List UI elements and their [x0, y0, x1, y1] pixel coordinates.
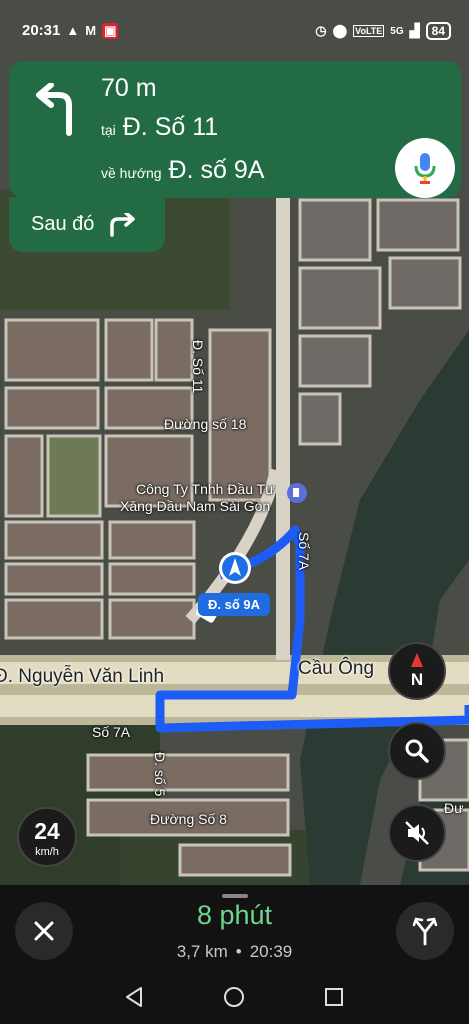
status-right: ◷ ⬤ VoLTE 5G ▟ 84: [315, 22, 451, 40]
microphone-icon: [414, 153, 436, 184]
at-prefix: tại: [101, 122, 116, 138]
map-label-nguyen-van-linh: Đ. Nguyễn Văn Linh: [0, 666, 165, 687]
recents-icon[interactable]: [324, 986, 344, 1008]
map-label-company-line1: Công Ty Tnhh Đầu Tư: [136, 481, 275, 497]
map-label-so-7a: Số 7A: [92, 724, 131, 740]
app-icon: ▣: [102, 22, 119, 39]
navigation-arrow-icon: ▲: [66, 23, 80, 38]
trip-distance: 3,7 km: [176, 942, 228, 961]
map-label-duong-so-11: Đ. Số 11: [190, 340, 206, 394]
then-instruction[interactable]: Sau đó: [9, 197, 165, 252]
route-fork-icon: [412, 917, 438, 946]
map-label-duong-so-8: Đường Số 8: [150, 811, 227, 827]
map-label-duong-so-18: Đường số 18: [164, 416, 247, 432]
alternate-routes-button[interactable]: [396, 902, 454, 960]
location-icon: ⬤: [332, 23, 348, 38]
search-along-route-button[interactable]: [388, 722, 446, 780]
compass-button[interactable]: N: [388, 642, 446, 700]
trip-separator: •: [235, 942, 242, 961]
current-speed-badge: 24 km/h: [17, 807, 77, 867]
compass-icon: N: [411, 653, 423, 689]
destination-street-label: Đ. số 9A: [198, 593, 271, 616]
map-label-edge: Đư: [444, 800, 464, 816]
toward-prefix: về hướng: [101, 165, 162, 181]
network-label: 5G: [390, 25, 404, 37]
status-bar: 20:31 ▲ M ▣ ◷ ⬤ VoLTE 5G ▟ 84: [0, 0, 469, 62]
speed-unit: km/h: [35, 846, 59, 858]
gmail-icon: M: [85, 23, 97, 38]
maneuver-distance: 70 m: [101, 74, 157, 102]
turn-left-icon: [36, 83, 72, 136]
then-label: Sau đó: [31, 213, 95, 235]
volte-icon: VoLTE: [353, 25, 385, 37]
status-left: 20:31 ▲ M ▣: [22, 22, 119, 39]
alarm-icon: ◷: [315, 23, 327, 38]
arrival-time: 20:39: [249, 942, 293, 961]
voice-search-button[interactable]: [395, 138, 455, 198]
map-label-d-so-5: Đ. số 5: [152, 752, 168, 797]
instruction-street: Đ. Số 11: [122, 113, 219, 141]
toward-street: Đ. số 9A: [168, 156, 265, 184]
sound-muted-icon: [405, 821, 429, 845]
status-time: 20:31: [22, 22, 61, 39]
compass-letter: N: [411, 670, 423, 689]
signal-icon: ▟: [409, 23, 420, 38]
map-label-cau-ong: Cầu Ông: [298, 658, 375, 679]
turn-right-icon: [110, 212, 136, 237]
map-label-so-7a-vertical: Số 7A: [296, 532, 312, 571]
map-label-company-line2: Xăng Dầu Nam Sài Gòn: [120, 498, 271, 514]
speed-value: 24: [34, 818, 60, 844]
back-icon[interactable]: [124, 986, 144, 1008]
mute-voice-button[interactable]: [388, 804, 446, 862]
battery-indicator: 84: [425, 22, 451, 40]
search-icon: [405, 739, 429, 763]
instruction-at-line: tại Đ. Số 11: [101, 113, 218, 142]
instruction-toward-line: về hướng Đ. số 9A: [101, 156, 264, 185]
home-icon[interactable]: [223, 986, 245, 1008]
panel-drag-handle[interactable]: [222, 894, 248, 898]
